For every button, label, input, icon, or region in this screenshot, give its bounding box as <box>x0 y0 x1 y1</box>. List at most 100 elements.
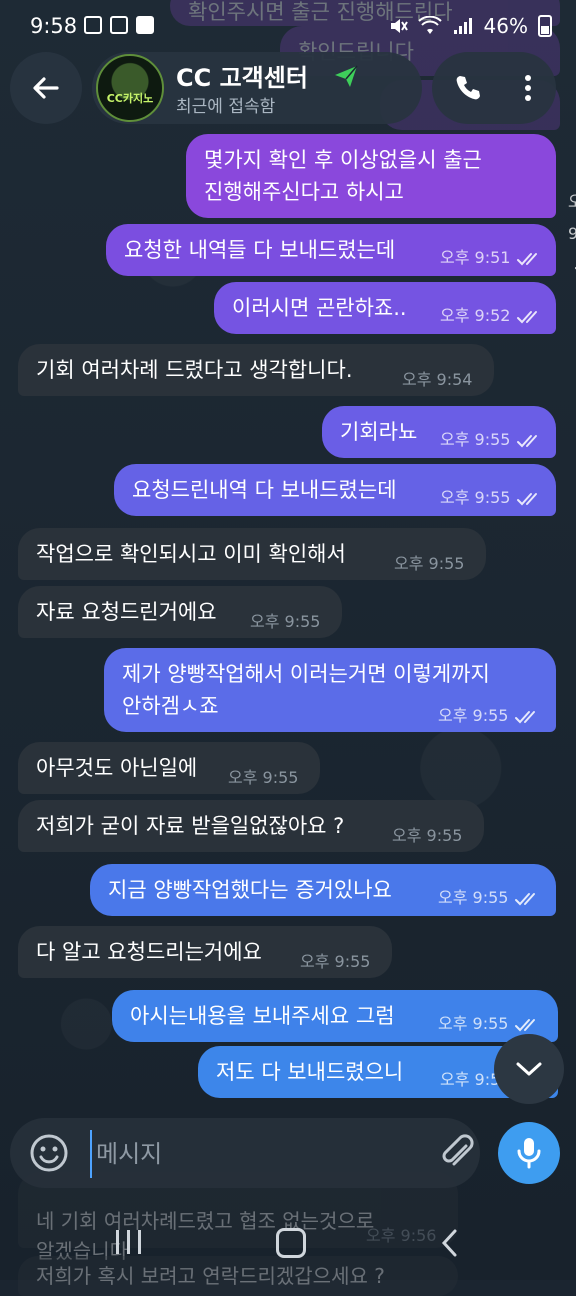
message-text: 지금 양빵작업했다는 증거있나요 <box>108 878 392 902</box>
message-time-text: 오후 9:55 <box>250 612 321 631</box>
notification-icons <box>84 16 154 34</box>
gallery-icon <box>84 16 102 34</box>
message-text: 기회라뇨 <box>340 420 418 444</box>
arrow-left-icon <box>33 77 59 99</box>
incoming-message[interactable]: 자료 요청드린거에요오후 9:55 <box>18 586 342 638</box>
mute-icon <box>390 19 408 33</box>
message-time: 오후 9:54 <box>402 364 472 396</box>
battery-percent: 46% <box>483 14 528 38</box>
message-time-text: 오후 9:55 <box>392 826 463 845</box>
outgoing-message[interactable]: 기회라뇨 오후 9:55 <box>322 406 556 458</box>
message-time: 오후 9:55 <box>300 946 370 978</box>
message-text: 이러시면 곤란하죠.. <box>232 296 407 320</box>
message-time-text: 오후 9:51 <box>440 248 511 267</box>
more-vertical-icon <box>525 75 531 101</box>
chat-info[interactable]: CC카지노 CC 고객센터 최근에 접속함 <box>92 52 422 124</box>
paper-plane-icon <box>335 65 358 87</box>
message-time-text: 오후 9:55 <box>440 488 511 507</box>
system-nav-bar <box>0 1210 576 1280</box>
message-time-text: 오후 9:55 <box>300 952 371 971</box>
chat-title: CC 고객센터 <box>176 64 308 92</box>
outgoing-message[interactable]: 요청한 내역들 다 보내드렸는데 오후 9:51 <box>106 224 556 276</box>
avatar-text: CC카지노 <box>106 92 154 105</box>
message-text: 몇가지 확인 후 이상없을시 출근 진행해주신다고 하시고 <box>204 148 482 204</box>
recent-apps-button[interactable] <box>116 1230 141 1254</box>
incoming-message[interactable]: 다 알고 요청드리는거에요오후 9:55 <box>18 926 392 978</box>
status-right: 46% <box>388 14 552 38</box>
message-time: 오후 9:55 <box>392 820 462 852</box>
message-text: 요청드린내역 다 보내드렸는데 <box>132 478 397 502</box>
home-button[interactable] <box>276 1228 306 1258</box>
message-time: 오후 9:52 <box>440 300 542 332</box>
call-button[interactable] <box>442 62 494 114</box>
message-time-text: 오후 9:52 <box>440 306 511 325</box>
chevron-down-icon <box>516 1062 542 1076</box>
composer <box>10 1118 480 1188</box>
message-time-text: 오후 9:55 <box>228 768 299 787</box>
more-options-button[interactable] <box>502 62 554 114</box>
double-check-icon <box>517 252 538 265</box>
last-seen-status: 최근에 접속함 <box>176 97 276 117</box>
status-time: 9:58 <box>30 14 78 38</box>
wifi-icon <box>417 16 442 34</box>
outgoing-message[interactable]: 아시는내용을 보내주세요 그럼 오후 9:55 <box>112 990 558 1042</box>
message-text: 저희가 굳이 자료 받을일없잖아요 ? <box>36 814 345 838</box>
double-check-icon <box>517 310 538 323</box>
outgoing-message[interactable]: 몇가지 확인 후 이상없을시 출근 진행해주신다고 하시고오후 9:51 <box>186 134 576 269</box>
message-time: 오후 9:55 <box>438 700 540 732</box>
message-time: 오후 9:55 <box>228 762 298 794</box>
voice-message-button[interactable] <box>498 1122 560 1184</box>
message-text: 기회 여러차례 드렸다고 생각합니다. <box>36 358 353 382</box>
message-time: 오후 9:55 <box>438 882 540 914</box>
message-time: 오후 9:51 <box>568 186 576 282</box>
incoming-message[interactable]: 작업으로 확인되시고 이미 확인해서오후 9:55 <box>18 528 486 580</box>
emoji-icon[interactable] <box>28 1132 70 1174</box>
avatar[interactable]: CC카지노 <box>96 54 164 122</box>
message-time: 오후 9:55 <box>440 424 542 456</box>
message-text: 아시는내용을 보내주세요 그럼 <box>130 1004 395 1028</box>
status-bar: 9:58 46% <box>0 0 576 56</box>
outgoing-message[interactable]: 지금 양빵작업했다는 증거있나요 오후 9:55 <box>90 864 556 916</box>
scroll-down-button[interactable] <box>494 1034 564 1104</box>
message-text: 아무것도 아닌일에 <box>36 756 198 780</box>
outgoing-message[interactable]: 제가 양빵작업해서 이러는거면 이렇게까지 안하겜ㅅ죠 오후 9:55 <box>104 648 556 732</box>
checkbox-icon <box>136 16 154 34</box>
signal-icon <box>453 18 472 34</box>
back-button[interactable] <box>10 52 82 124</box>
double-check-icon <box>517 434 538 447</box>
outgoing-message[interactable]: 이러시면 곤란하죠.. 오후 9:52 <box>214 282 556 334</box>
double-check-icon <box>515 710 536 723</box>
chat-header: CC카지노 CC 고객센터 최근에 접속함 <box>0 52 576 124</box>
message-time-text: 오후 9:55 <box>394 554 465 573</box>
message-text: 자료 요청드린거에요 <box>36 600 217 624</box>
message-text: 다 알고 요청드리는거에요 <box>36 940 262 964</box>
message-time-text: 오후 9:55 <box>440 430 511 449</box>
incoming-message[interactable]: 기회 여러차례 드렸다고 생각합니다. 오후 9:54 <box>18 344 494 396</box>
outgoing-message[interactable]: 요청드린내역 다 보내드렸는데 오후 9:55 <box>114 464 556 516</box>
message-text: 작업으로 확인되시고 이미 확인해서 <box>36 542 346 566</box>
message-text: 제가 양빵작업해서 이러는거면 이렇게까지 안하겜ㅅ죠 <box>122 662 490 718</box>
paperclip-icon[interactable] <box>436 1132 478 1174</box>
message-text: 요청한 내역들 다 보내드렸는데 <box>124 238 396 262</box>
incoming-message[interactable]: 저희가 굳이 자료 받을일없잖아요 ? 오후 9:55 <box>18 800 484 852</box>
double-check-icon <box>517 492 538 505</box>
message-time-text: 오후 9:55 <box>438 706 509 725</box>
message-time-text: 오후 9:51 <box>568 192 576 243</box>
double-check-icon <box>515 892 536 905</box>
microphone-icon <box>517 1138 541 1169</box>
screenshot-icon <box>110 16 128 34</box>
message-time: 오후 9:55 <box>440 482 542 514</box>
incoming-message[interactable]: 아무것도 아닌일에오후 9:55 <box>18 742 320 794</box>
message-time-text: 오후 9:55 <box>438 1014 509 1033</box>
message-time: 오후 9:51 <box>440 242 542 274</box>
double-check-icon <box>515 1018 536 1031</box>
message-time-text: 오후 9:54 <box>402 370 473 389</box>
message-input[interactable] <box>90 1130 388 1178</box>
message-text: 저도 다 보내드렸으니 <box>216 1060 404 1084</box>
message-time: 오후 9:55 <box>250 606 320 638</box>
message-time: 오후 9:55 <box>394 548 464 580</box>
phone-icon <box>456 76 480 100</box>
header-actions <box>432 52 556 124</box>
nav-back-icon[interactable] <box>440 1228 460 1258</box>
battery-icon <box>538 15 552 37</box>
